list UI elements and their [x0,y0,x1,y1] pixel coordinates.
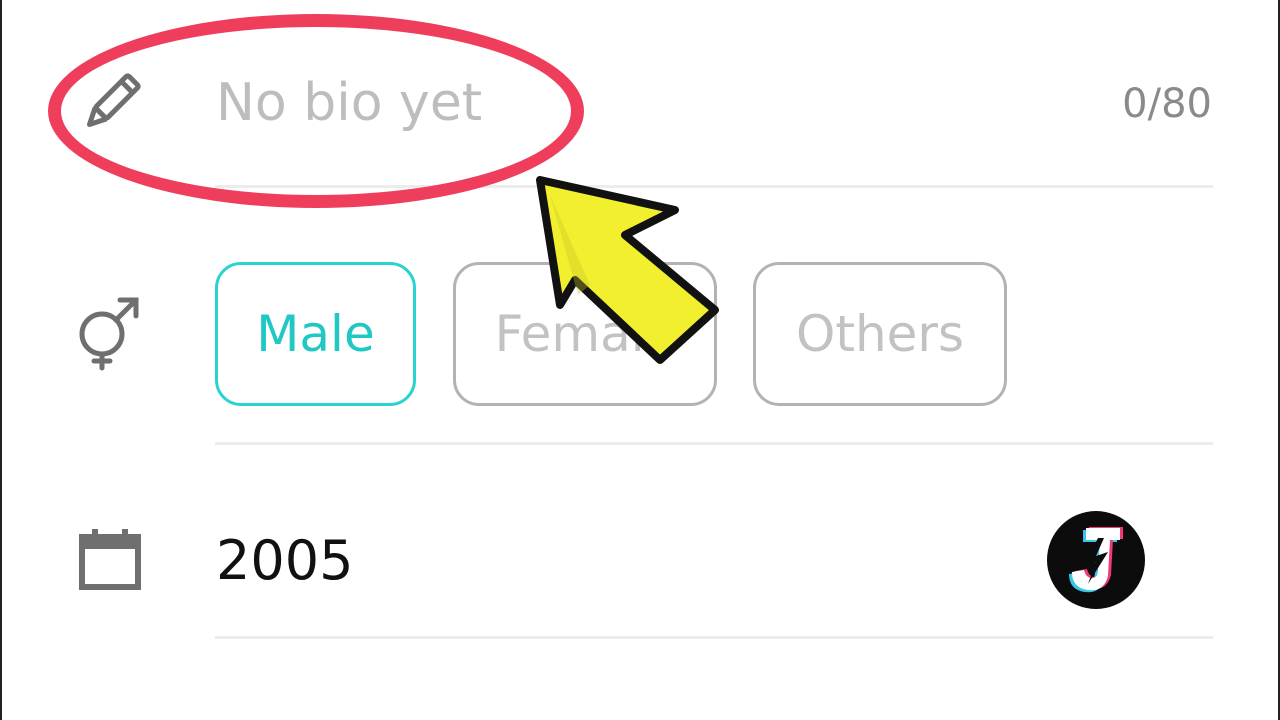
birth-year-field[interactable]: 2005 [216,528,353,594]
divider [215,185,1213,188]
lightning-j-logo-icon [1047,511,1145,609]
gender-option-others[interactable]: Others [753,262,1007,406]
left-edge [0,0,2,720]
bio-input[interactable]: No bio yet [216,70,482,136]
calendar-icon [70,520,150,600]
gender-icon [70,294,150,374]
pencil-icon [70,64,150,144]
bio-char-counter: 0/80 [1122,81,1212,127]
gender-option-male[interactable]: Male [215,262,416,406]
divider [215,636,1213,639]
edit-profile-screen: No bio yet 0/80 Male Female Others 2005 [0,0,1280,720]
divider [215,442,1213,445]
gender-option-female[interactable]: Female [453,262,717,406]
